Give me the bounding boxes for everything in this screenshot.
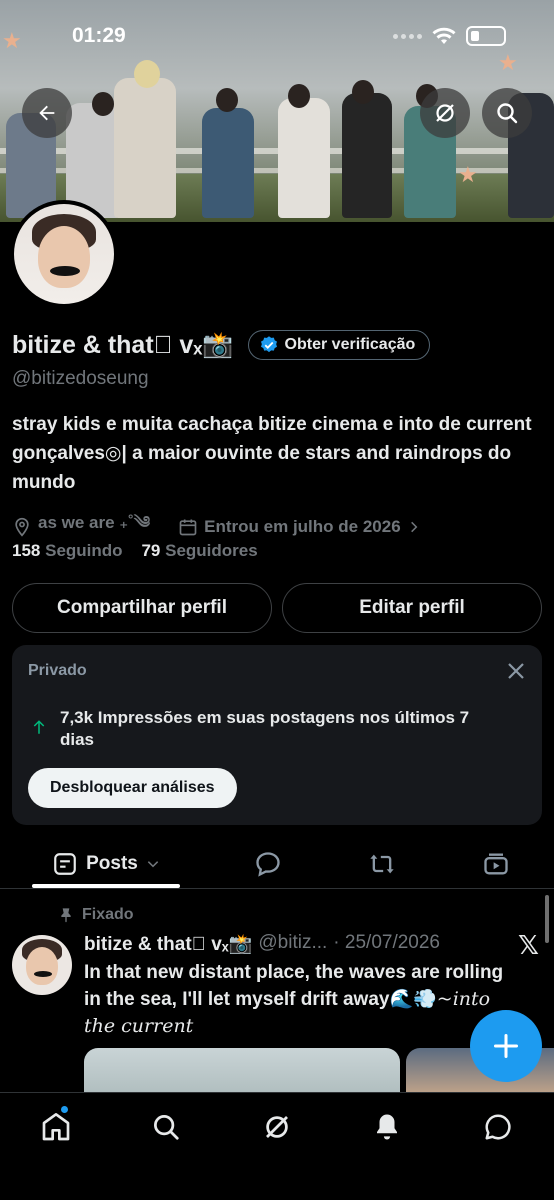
- banner-figure-head: [352, 80, 374, 104]
- banner-figure-head: [288, 84, 310, 108]
- tab-replies[interactable]: [248, 840, 288, 888]
- share-profile-button[interactable]: Compartilhar perfil: [12, 583, 272, 633]
- compose-post-button[interactable]: [470, 1010, 542, 1082]
- tab-posts[interactable]: Posts: [32, 840, 180, 888]
- post-date: · 25/07/2026: [333, 932, 440, 953]
- profile-handle: @bitizedoseung: [12, 368, 149, 389]
- following-count: 158: [12, 541, 41, 560]
- followers-count: 79: [141, 541, 161, 560]
- x-logo-icon: 𝕏: [518, 930, 539, 960]
- grok-icon: [436, 104, 454, 122]
- tab-reposts[interactable]: [362, 840, 402, 888]
- scrollbar[interactable]: [545, 895, 549, 943]
- home-icon: [42, 1113, 70, 1141]
- bottom-navigation: [0, 1092, 554, 1200]
- get-verified-label: Obter verificação: [284, 336, 416, 353]
- analytics-private-label: Privado: [28, 662, 87, 679]
- avatar-face: [26, 947, 58, 985]
- bell-icon: [377, 1114, 397, 1140]
- following-link[interactable]: 158 Seguindo: [12, 541, 123, 560]
- home-notification-dot: [60, 1105, 69, 1114]
- location-pin-icon: [15, 517, 29, 537]
- nav-grok[interactable]: [257, 1107, 297, 1147]
- banner-figure: [202, 108, 254, 218]
- get-verified-button[interactable]: Obter verificação: [247, 330, 431, 360]
- banner-figure-head: [92, 92, 114, 116]
- avatar-mustache: [50, 266, 80, 276]
- nav-search[interactable]: [146, 1107, 186, 1147]
- media-icon: [484, 853, 508, 875]
- avatar-face: [38, 226, 90, 288]
- chevron-down-icon: [147, 861, 159, 868]
- post-header: bitize & that⃒ ᴠₓ📸 @bitiz... · 25/07/202…: [84, 932, 440, 956]
- banner-figure-head: [134, 60, 160, 88]
- chat-bubble-icon: [485, 1114, 511, 1140]
- post-author-avatar[interactable]: [12, 935, 72, 995]
- posts-icon: [54, 853, 76, 875]
- signal-icon: [393, 33, 422, 39]
- post-text[interactable]: In that new distant place, the waves are…: [84, 960, 514, 1040]
- post-media-image[interactable]: [84, 1048, 400, 1098]
- pinned-indicator: Fixado: [58, 906, 134, 924]
- nav-notifications[interactable]: [367, 1107, 407, 1147]
- back-button[interactable]: [22, 88, 72, 138]
- wifi-icon: [432, 27, 456, 44]
- display-name: bitize & that⃒ ᴠₓ📸: [12, 330, 234, 359]
- banner-figure: [342, 93, 392, 218]
- verified-badge-icon: [260, 336, 277, 353]
- grok-button[interactable]: [420, 88, 470, 138]
- trend-up-arrow-icon: [33, 720, 45, 734]
- search-icon: [497, 103, 518, 124]
- post-author-name[interactable]: bitize & that⃒ ᴠₓ📸: [84, 932, 252, 956]
- name-row: bitize & that⃒ ᴠₓ📸 Obter verificação: [12, 330, 431, 360]
- banner-figure: [278, 98, 330, 218]
- arrow-left-icon: [39, 105, 55, 121]
- followers-link[interactable]: 79 Seguidores: [141, 541, 257, 560]
- analytics-card: Privado 7,3k Impressões em suas postagen…: [12, 645, 542, 825]
- reply-bubble-icon: [256, 852, 280, 877]
- following-label: Seguindo: [45, 541, 123, 560]
- status-icons: [393, 26, 506, 46]
- search-button[interactable]: [482, 88, 532, 138]
- follow-counts: 158 Seguindo 79 Seguidores: [12, 541, 258, 561]
- plus-icon: [493, 1033, 519, 1059]
- profile-bio: stray kids e muita cachaça bitize cinema…: [12, 414, 532, 493]
- star-icon: ★: [458, 162, 478, 187]
- pinned-label: Fixado: [82, 906, 134, 923]
- tabs-divider: [0, 888, 554, 889]
- impressions-stat: 7,3k Impressões em suas postagens nos úl…: [60, 708, 470, 749]
- edit-profile-button[interactable]: Editar perfil: [282, 583, 542, 633]
- banner-figure-head: [216, 88, 238, 112]
- grok-icon: [266, 1116, 288, 1138]
- chevron-right-icon[interactable]: [407, 520, 421, 534]
- tab-posts-label: Posts: [86, 853, 138, 874]
- avatar-image: [14, 204, 114, 304]
- star-icon: ★: [498, 50, 518, 75]
- pin-icon: [61, 908, 71, 923]
- profile-avatar[interactable]: [10, 200, 118, 308]
- post-author-handle[interactable]: @bitiz...: [258, 932, 327, 956]
- profile-joined[interactable]: Entrou em julho de 2026: [204, 517, 401, 537]
- star-icon: ★: [2, 28, 22, 53]
- calendar-icon: [179, 519, 197, 536]
- avatar-mustache: [34, 971, 52, 977]
- unlock-analytics-button[interactable]: Desbloquear análises: [28, 768, 237, 808]
- nav-messages[interactable]: [478, 1107, 518, 1147]
- status-time: 01:29: [72, 24, 126, 47]
- banner-figure: [114, 78, 176, 218]
- battery-icon: [466, 26, 506, 46]
- followers-label: Seguidores: [165, 541, 258, 560]
- profile-tabs: Posts: [0, 840, 554, 888]
- tab-media[interactable]: [476, 840, 516, 888]
- repost-icon: [370, 854, 394, 874]
- close-icon[interactable]: [504, 659, 528, 683]
- search-icon: [154, 1115, 179, 1140]
- nav-home[interactable]: [36, 1107, 76, 1147]
